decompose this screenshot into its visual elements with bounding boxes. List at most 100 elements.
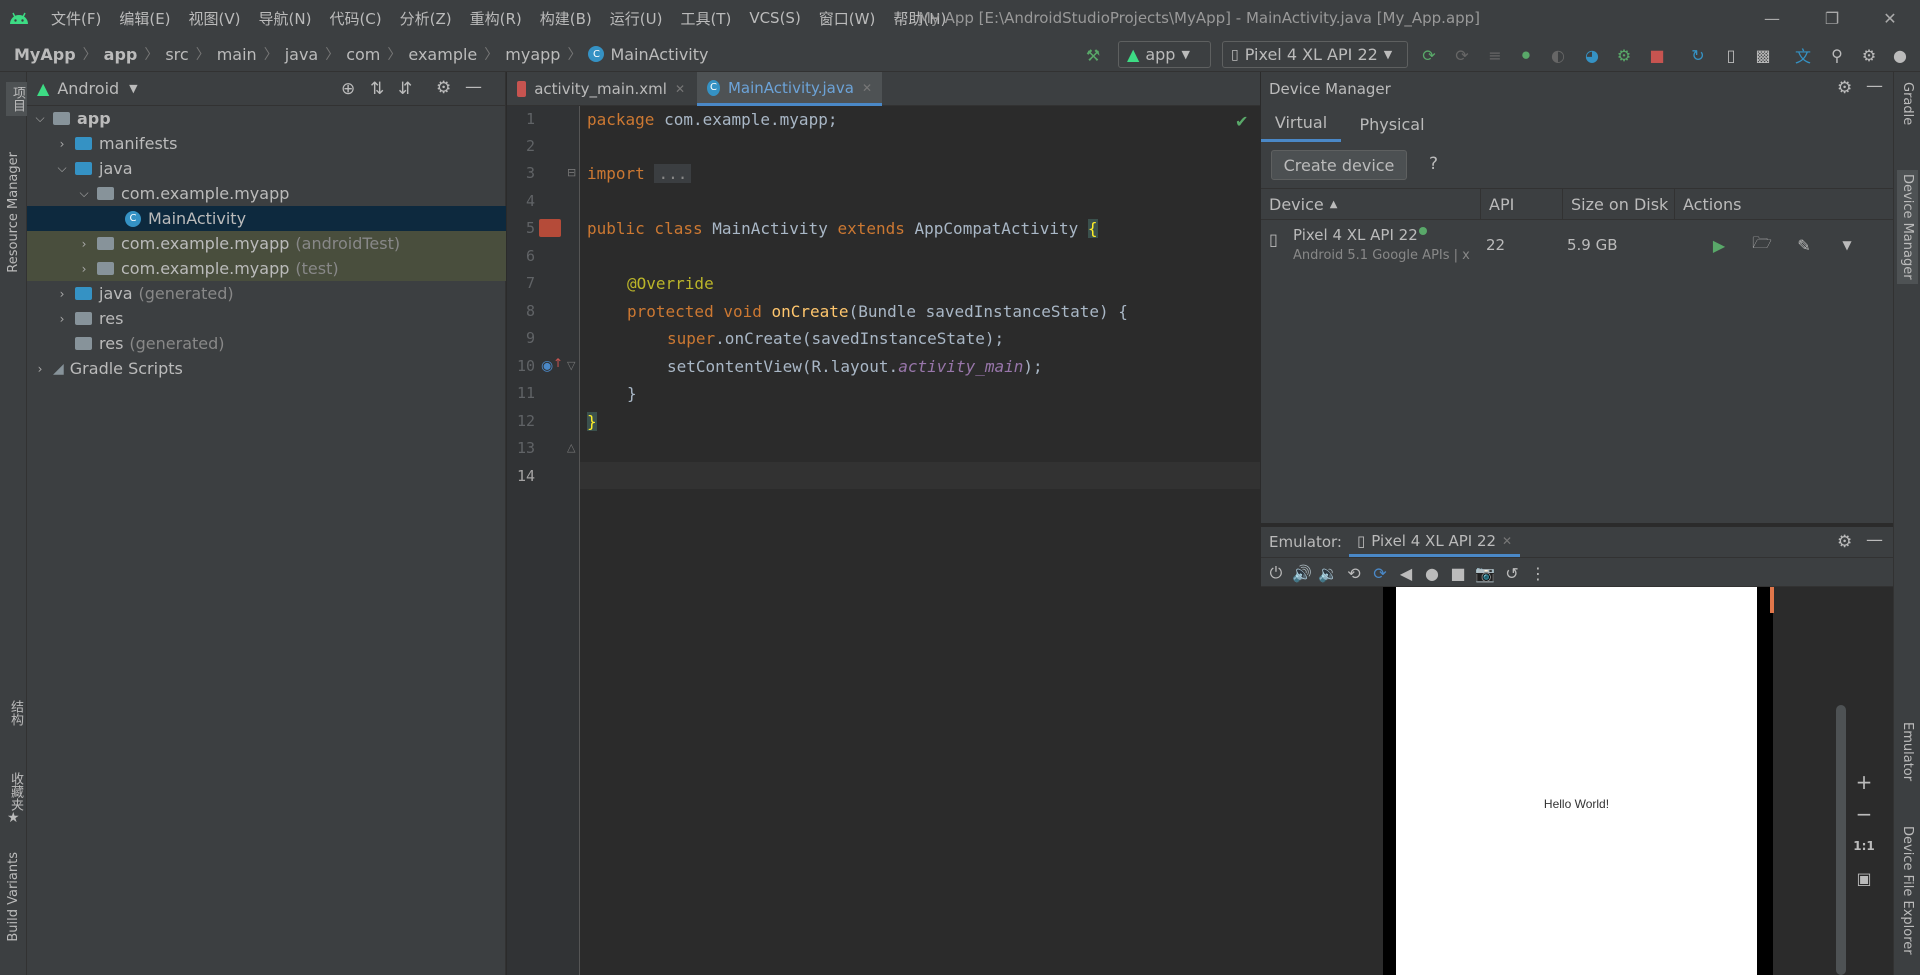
layout-preview-icon[interactable] — [539, 219, 561, 237]
locate-icon[interactable]: ⊕ — [341, 79, 355, 99]
debug-icon[interactable]: ⚫ — [1515, 44, 1537, 66]
overview-icon[interactable]: ■ — [1447, 562, 1469, 584]
help-icon[interactable]: ? — [1429, 154, 1438, 174]
search-icon[interactable]: ⚲ — [1826, 44, 1848, 66]
close-icon[interactable]: ✕ — [675, 82, 685, 96]
device-manager-tool-tab[interactable]: Device Manager — [1897, 170, 1918, 284]
build-hammer-icon[interactable]: ⚒ — [1082, 44, 1104, 66]
menu-window[interactable]: 窗口(W) — [810, 8, 885, 29]
breadcrumb-item[interactable]: main — [217, 45, 257, 64]
project-tool-tab[interactable]: 项目 — [6, 82, 29, 116]
menu-file[interactable]: 文件(F) — [42, 8, 110, 29]
zoom-actual-size-button[interactable]: 1:1 — [1853, 835, 1875, 857]
screenshot-icon[interactable]: 📷 — [1474, 562, 1496, 584]
launch-play-icon[interactable]: ▶ — [1708, 234, 1730, 256]
device-file-explorer-tool-tab[interactable]: Device File Explorer — [1900, 826, 1915, 955]
volume-down-icon[interactable]: 🔉 — [1317, 562, 1339, 584]
minimize-icon[interactable]: — — [1742, 0, 1802, 36]
more-actions-chevron-icon[interactable]: ▼ — [1836, 234, 1858, 256]
tree-node-package-androidtest[interactable]: › com.example.myapp (androidTest) — [27, 231, 506, 256]
breadcrumb-item[interactable]: example — [408, 45, 477, 64]
close-icon[interactable]: ✕ — [1502, 534, 1512, 548]
tab-activity-main-xml[interactable]: activity_main.xml ✕ — [507, 72, 695, 106]
tree-node-gradle-scripts[interactable]: › ◢ Gradle Scripts — [27, 356, 506, 381]
tree-node-java[interactable]: ⌵ java — [27, 156, 506, 181]
chevron-right-icon[interactable]: › — [77, 237, 91, 251]
breadcrumb-item[interactable]: src — [165, 45, 188, 64]
run-config-select[interactable]: ▲ app ▼ — [1118, 41, 1211, 68]
tree-node-mainactivity[interactable]: C MainActivity — [27, 206, 506, 231]
menu-code[interactable]: 代码(C) — [320, 8, 390, 29]
project-view-mode[interactable]: Android — [57, 79, 119, 98]
tree-node-manifests[interactable]: › manifests — [27, 131, 506, 156]
device-manager-toolbar-icon[interactable]: ▯ — [1720, 44, 1742, 66]
chevron-right-icon[interactable]: › — [77, 262, 91, 276]
attach-debugger-icon[interactable]: ⚙ — [1613, 44, 1635, 66]
structure-tool-tab[interactable]: 结构 — [6, 700, 25, 726]
chevron-right-icon[interactable]: › — [33, 362, 47, 376]
profile-icon[interactable]: ◕ — [1581, 44, 1603, 66]
collapse-all-icon[interactable]: ⇵ — [398, 79, 412, 99]
menu-refactor[interactable]: 重构(R) — [461, 8, 531, 29]
fold-icon[interactable]: ▽ — [567, 359, 575, 372]
tree-node-package[interactable]: ⌵ com.example.myapp — [27, 181, 506, 206]
tree-node-app[interactable]: ⌵ app — [27, 106, 506, 131]
menu-navigate[interactable]: 导航(N) — [250, 8, 321, 29]
tree-node-res-generated[interactable]: res (generated) — [27, 331, 506, 356]
stop-icon[interactable]: ■ — [1646, 44, 1668, 66]
restore-icon[interactable]: ❐ — [1802, 0, 1862, 36]
zoom-out-icon[interactable]: − — [1853, 802, 1875, 826]
menu-vcs[interactable]: VCS(S) — [740, 9, 809, 27]
folded-imports[interactable]: ... — [654, 164, 692, 183]
breadcrumb-item[interactable]: myapp — [505, 45, 560, 64]
tree-node-java-generated[interactable]: › java (generated) — [27, 281, 506, 306]
settings-gear-icon[interactable]: ⚙ — [1837, 532, 1852, 552]
apply-changes-icon[interactable]: ⟳ — [1418, 44, 1440, 66]
device-screen[interactable]: Hello World! — [1396, 587, 1757, 975]
column-api[interactable]: API — [1481, 188, 1563, 220]
settings-gear-icon[interactable]: ⚙ — [1837, 78, 1852, 98]
rotate-right-icon[interactable]: ⟳ — [1369, 562, 1391, 584]
build-variants-tool-tab[interactable]: Build Variants — [6, 852, 21, 942]
hide-panel-icon[interactable]: — — [465, 77, 482, 97]
create-device-button[interactable]: Create device — [1271, 150, 1407, 180]
power-icon[interactable]: ⏻ — [1265, 562, 1287, 584]
back-icon[interactable]: ◀ — [1395, 562, 1417, 584]
vertical-scrollbar[interactable] — [1836, 705, 1846, 975]
column-size[interactable]: Size on Disk — [1563, 188, 1675, 220]
settings-gear-icon[interactable]: ⚙ — [1858, 44, 1880, 66]
sdk-manager-icon[interactable]: ▩ — [1752, 44, 1774, 66]
tab-mainactivity-java[interactable]: C MainActivity.java ✕ — [697, 72, 882, 106]
tree-node-res[interactable]: › res — [27, 306, 506, 331]
account-icon[interactable]: ● — [1889, 44, 1911, 66]
breadcrumb-item[interactable]: MyApp — [14, 45, 76, 64]
override-method-icon[interactable]: ◉ — [541, 358, 553, 374]
menu-analyze[interactable]: 分析(Z) — [391, 8, 461, 29]
code-editor[interactable]: ✔ package com.example.myapp; import ... … — [580, 106, 1260, 975]
fold-icon[interactable]: △ — [567, 441, 575, 454]
tab-virtual[interactable]: Virtual — [1261, 106, 1341, 142]
tree-node-package-test[interactable]: › com.example.myapp (test) — [27, 256, 506, 281]
sync-gradle-icon[interactable]: ↻ — [1687, 44, 1709, 66]
gradle-tool-tab[interactable]: Gradle — [1900, 82, 1915, 125]
chevron-down-icon[interactable]: ▼ — [129, 82, 137, 95]
translate-icon[interactable]: 文 — [1792, 44, 1814, 66]
hide-panel-icon[interactable]: — — [1866, 530, 1883, 550]
chevron-right-icon[interactable]: › — [55, 287, 69, 301]
breadcrumb-item[interactable]: com — [346, 45, 380, 64]
close-icon[interactable]: ✕ — [1860, 0, 1920, 36]
fold-icon[interactable]: ⊟ — [567, 166, 576, 179]
favorites-tool-tab[interactable]: 收藏夹 — [6, 772, 25, 811]
edit-pencil-icon[interactable]: ✎ — [1793, 234, 1815, 256]
chevron-down-icon[interactable]: ⌵ — [77, 186, 91, 201]
menu-run[interactable]: 运行(U) — [601, 8, 672, 29]
expand-all-icon[interactable]: ⇅ — [370, 79, 384, 99]
tab-emulator-device[interactable]: ▯ Pixel 4 XL API 22 ✕ — [1349, 527, 1521, 557]
breadcrumb-item[interactable]: MainActivity — [610, 45, 708, 64]
menu-view[interactable]: 视图(V) — [180, 8, 250, 29]
fit-screen-icon[interactable]: ▣ — [1853, 867, 1875, 889]
volume-up-icon[interactable]: 🔊 — [1291, 562, 1313, 584]
zoom-in-icon[interactable]: + — [1853, 770, 1875, 794]
home-icon[interactable]: ● — [1421, 562, 1443, 584]
emulator-tool-tab[interactable]: Emulator — [1900, 722, 1915, 781]
